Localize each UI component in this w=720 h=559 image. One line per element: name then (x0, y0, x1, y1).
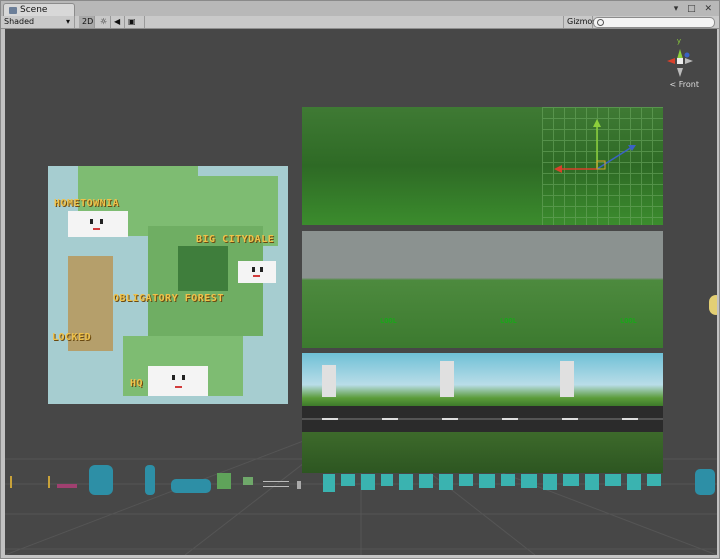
crystal-sprite[interactable] (695, 469, 715, 495)
level-bar-label: LOOL (380, 317, 397, 325)
cloud-face (148, 366, 208, 396)
tile-sprite[interactable] (419, 474, 433, 488)
map-label-hometownia: HOMETOWNIA (54, 198, 120, 209)
cloud-face (238, 261, 276, 283)
effects-dropdown[interactable]: ▣ (125, 16, 145, 28)
eye (260, 267, 263, 272)
tile-sprite[interactable] (381, 474, 393, 486)
tile-sprite[interactable] (563, 474, 579, 486)
road-sprite[interactable] (302, 406, 663, 432)
gizmos-dropdown[interactable]: Gizmos ▾ (563, 16, 596, 38)
grass-sprite[interactable] (302, 432, 663, 473)
level-bar-label: LOOL (620, 317, 637, 325)
road-dash (562, 418, 578, 420)
sky-city-sprite[interactable] (302, 353, 663, 406)
road-dash (322, 418, 338, 420)
building (440, 361, 454, 397)
scene-toolbar: Shaded ▾ 2D ☼ ◀ ▣ Gizmos ▾ (1, 16, 719, 38)
building (322, 365, 336, 397)
2d-mode-toggle[interactable]: 2D (79, 16, 95, 28)
orientation-gizmo[interactable] (663, 47, 697, 79)
flags-sprite[interactable] (10, 476, 50, 488)
tile-sprite[interactable] (323, 474, 335, 492)
shading-mode-dropdown[interactable]: Shaded ▾ (1, 16, 75, 28)
eye (182, 375, 185, 380)
y-axis-cone[interactable] (677, 49, 683, 59)
scene-viewport[interactable]: HOMETOWNIA BIG CITYDALE OBLIGATORY FORES… (5, 29, 717, 555)
tile-sprite[interactable] (361, 474, 375, 490)
x-axis-cone[interactable] (667, 58, 675, 64)
tile-sprite[interactable] (585, 474, 599, 490)
road-dash (622, 418, 638, 420)
tile-sprite[interactable] (399, 474, 413, 490)
map-label-hq: HQ (130, 378, 144, 389)
cloud-face (68, 211, 128, 237)
search-icon (597, 19, 604, 26)
tab-scene-label: Scene (20, 5, 48, 15)
scene-window: Scene ▾ □ ✕ Shaded ▾ 2D ☼ ◀ ▣ Gizmos ▾ (0, 0, 720, 559)
road-dash (502, 418, 518, 420)
tile-sprite[interactable] (439, 474, 453, 490)
tile-sprite[interactable] (501, 474, 515, 486)
audio-toggle[interactable]: ◀ (111, 16, 125, 28)
view-label[interactable]: < Front (670, 80, 699, 89)
eye (100, 219, 103, 224)
tab-scene[interactable]: Scene (3, 3, 75, 17)
tile-sprite[interactable] (647, 474, 661, 486)
z-axis-dot[interactable] (684, 52, 690, 58)
forest-background-sprite[interactable] (302, 107, 663, 225)
image-icon: ▣ (128, 17, 136, 26)
road-dash (442, 418, 458, 420)
mouth (175, 386, 182, 388)
edge-handle[interactable] (709, 295, 717, 315)
tile-sprite[interactable] (605, 474, 621, 486)
road-divider (302, 418, 663, 420)
map-label-big-citydale: BIG CITYDALE (196, 234, 275, 245)
eye (252, 267, 255, 272)
scene-icon (9, 7, 17, 14)
map-label-obligatory-forest: OBLIGATORY FOREST (113, 293, 224, 304)
sun-icon: ☼ (100, 17, 108, 26)
y-axis-label: y (676, 37, 681, 45)
mouth (253, 275, 260, 277)
eye (90, 219, 93, 224)
map-label-locked: LOCKED (52, 332, 92, 343)
bushes-sprite[interactable] (171, 479, 211, 493)
cube-sprite[interactable] (217, 473, 231, 489)
window-controls[interactable]: ▾ □ ✕ (674, 4, 715, 14)
level-bar-label: LOOL (500, 317, 517, 325)
tile-sprite[interactable] (479, 474, 495, 488)
tile-sprite[interactable] (543, 474, 557, 490)
city-background-sprite[interactable]: LOOL LOOL LOOL (302, 231, 663, 348)
tile-sprite[interactable] (521, 474, 537, 488)
post-sprite[interactable] (297, 481, 301, 489)
chevron-down-icon: ▾ (65, 17, 70, 26)
forest-trees (178, 246, 228, 291)
road-dash (382, 418, 398, 420)
fence-sprite[interactable] (263, 481, 289, 487)
tree-sprite[interactable] (243, 477, 253, 485)
tile-sprite[interactable] (627, 474, 641, 490)
speaker-icon: ◀ (114, 17, 121, 26)
transform-gizmo[interactable] (552, 117, 642, 187)
world-map-sprite[interactable]: HOMETOWNIA BIG CITYDALE OBLIGATORY FORES… (48, 166, 288, 404)
mouth (93, 228, 100, 230)
search-input[interactable] (593, 17, 715, 28)
tile-sprite[interactable] (459, 474, 473, 486)
neg-x-axis-cone[interactable] (685, 58, 693, 64)
crystal-sprite[interactable] (89, 465, 113, 495)
building (560, 361, 574, 397)
shading-mode-label: Shaded (4, 17, 35, 26)
pillar-sprite[interactable] (145, 465, 155, 495)
neg-y-axis-cone[interactable] (677, 68, 683, 77)
tile-sprite[interactable] (341, 474, 355, 486)
2d-mode-label: 2D (82, 17, 94, 26)
eye (172, 375, 175, 380)
center-cube[interactable] (677, 58, 683, 64)
lighting-toggle[interactable]: ☼ (97, 16, 111, 28)
tab-bar: Scene ▾ □ ✕ (1, 1, 719, 17)
small-sprite[interactable] (57, 484, 77, 488)
